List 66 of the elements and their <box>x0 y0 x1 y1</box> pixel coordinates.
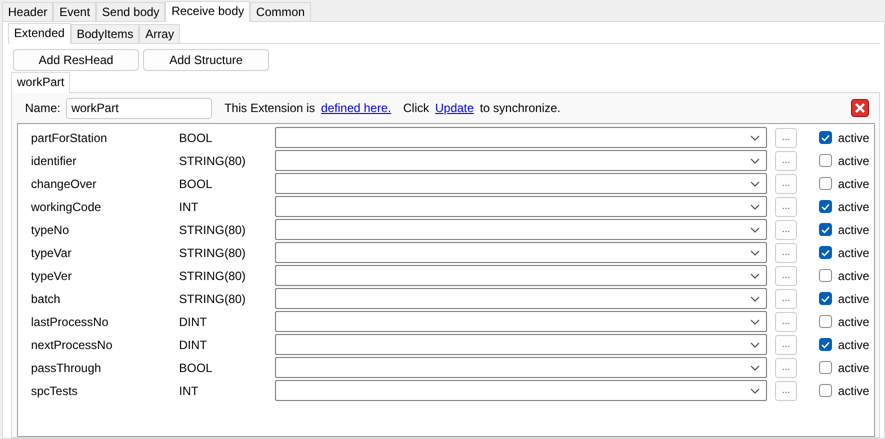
browse-button[interactable]: ... <box>775 358 797 378</box>
name-field[interactable]: workPart <box>66 98 212 118</box>
field-type: STRING(80) <box>179 292 247 306</box>
tab[interactable]: Header <box>2 2 54 21</box>
browse-button[interactable]: ... <box>775 174 797 194</box>
defined-here-link[interactable]: defined here. <box>321 101 392 115</box>
active-label: active <box>838 338 870 352</box>
synchronize-text: to synchronize. <box>480 101 561 115</box>
tab[interactable]: Receive body <box>165 1 250 22</box>
browse-button[interactable]: ... <box>775 128 797 148</box>
field-type: BOOL <box>179 176 214 190</box>
tab[interactable]: Common <box>250 2 311 21</box>
field-name: typeNo <box>31 222 70 236</box>
field-name: batch <box>31 292 62 306</box>
active-label: active <box>838 268 870 282</box>
field-type: STRING(80) <box>179 246 247 260</box>
active-label: active <box>838 314 870 328</box>
field-name: spcTests <box>31 384 79 398</box>
browse-button[interactable]: ... <box>775 150 797 170</box>
active-label: active <box>838 360 870 374</box>
browse-button[interactable]: ... <box>775 220 797 240</box>
field-type: STRING(80) <box>179 268 247 282</box>
field-name: typeVer <box>31 268 73 282</box>
tab[interactable]: Send body <box>96 2 166 21</box>
click-text: Click <box>403 101 430 115</box>
field-type: STRING(80) <box>179 154 247 168</box>
field-name: typeVar <box>31 246 72 260</box>
field-name: workingCode <box>31 200 102 214</box>
name-label: Name: <box>25 101 60 115</box>
field-type: INT <box>179 384 200 398</box>
browse-button[interactable]: ... <box>775 312 797 332</box>
active-label: active <box>838 130 870 144</box>
active-label: active <box>838 292 870 306</box>
tab[interactable]: BodyItems <box>70 24 140 43</box>
active-label: active <box>838 200 870 214</box>
browse-button[interactable]: ... <box>775 334 797 354</box>
field-type: BOOL <box>179 130 214 144</box>
active-label: active <box>838 154 870 168</box>
tab[interactable]: Array <box>139 24 180 43</box>
field-name: changeOver <box>31 176 98 190</box>
add-button[interactable]: Add ResHead <box>13 49 139 71</box>
field-type: INT <box>179 200 200 214</box>
tab[interactable]: workPart <box>11 72 70 93</box>
browse-button[interactable]: ... <box>775 242 797 262</box>
tab[interactable]: Extended <box>8 23 71 44</box>
update-link[interactable]: Update <box>435 101 474 115</box>
field-name: lastProcessNo <box>31 314 110 328</box>
tab[interactable]: Event <box>53 2 96 21</box>
browse-button[interactable]: ... <box>775 288 797 308</box>
active-label: active <box>838 222 870 236</box>
browse-button[interactable]: ... <box>775 196 797 216</box>
add-button[interactable]: Add Structure <box>143 49 269 71</box>
extension-text: This Extension is <box>224 101 316 115</box>
field-name: partForStation <box>31 130 108 144</box>
field-type: STRING(80) <box>179 222 247 236</box>
active-label: active <box>838 384 870 398</box>
field-type: DINT <box>179 338 208 352</box>
browse-button[interactable]: ... <box>775 266 797 286</box>
field-type: BOOL <box>179 360 214 374</box>
active-label: active <box>838 176 870 190</box>
field-type: DINT <box>179 314 208 328</box>
field-name: identifier <box>31 154 78 168</box>
browse-button[interactable]: ... <box>775 380 797 400</box>
field-name: nextProcessNo <box>31 338 114 352</box>
active-label: active <box>838 246 870 260</box>
field-name: passThrough <box>31 360 102 374</box>
